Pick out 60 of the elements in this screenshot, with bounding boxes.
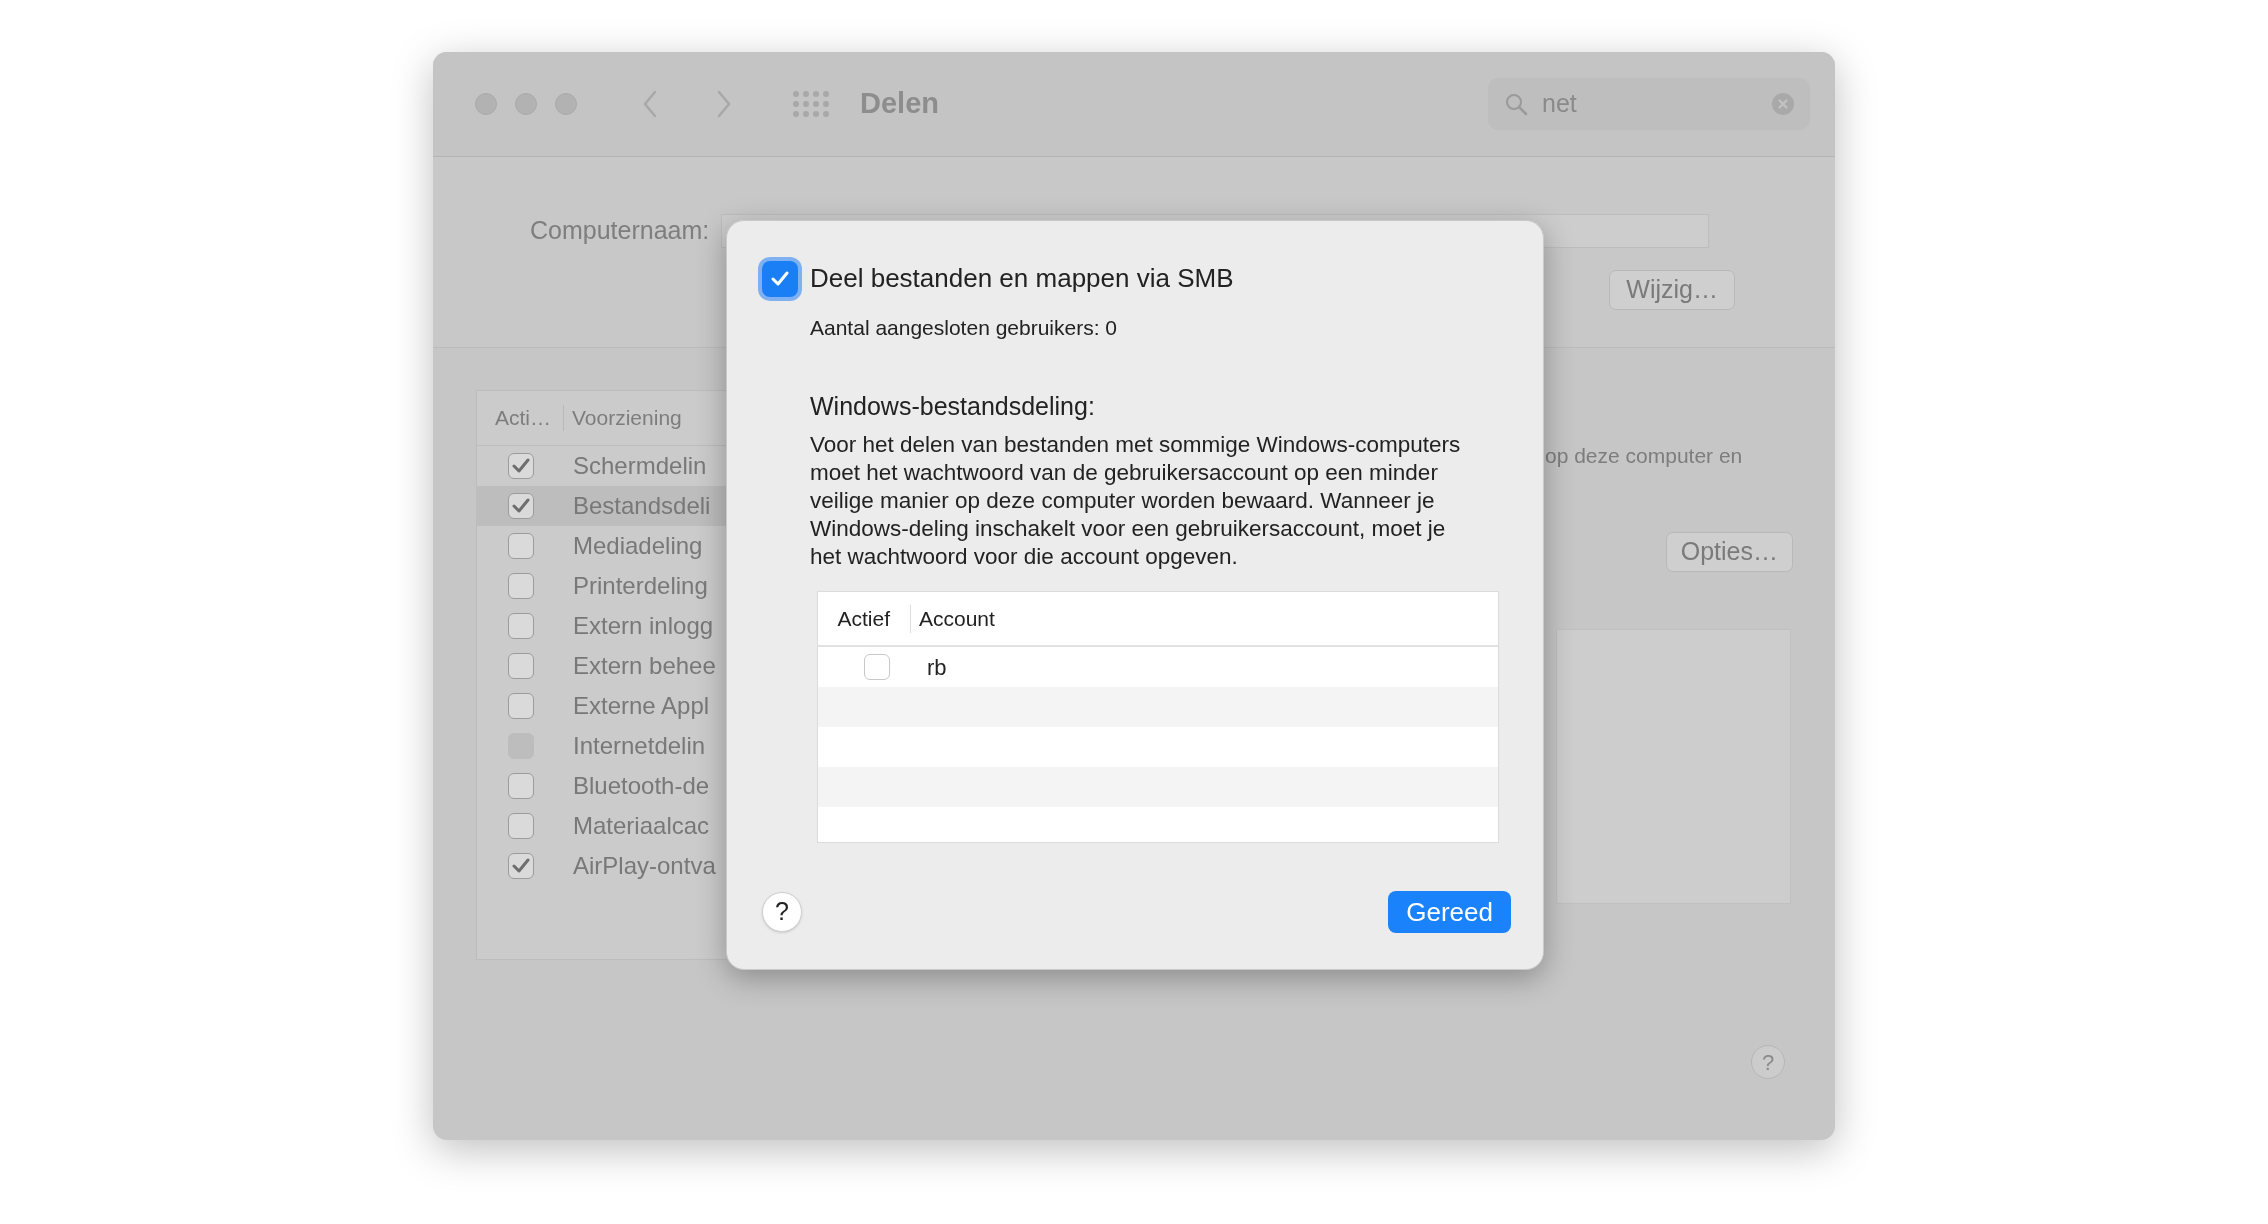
checkbox[interactable] <box>508 573 534 599</box>
help-button[interactable]: ? <box>1751 1045 1785 1079</box>
search-icon <box>1504 92 1528 116</box>
service-row[interactable]: Printerdeling <box>477 566 726 606</box>
service-name: Bestandsdeli <box>572 491 711 521</box>
checkbox[interactable] <box>508 813 534 839</box>
checkbox[interactable] <box>508 853 534 879</box>
checkmark-icon <box>771 270 789 287</box>
checkbox-label: Deel bestanden en mappen via SMB <box>810 262 1234 295</box>
forward-icon[interactable] <box>716 90 732 118</box>
service-name: Internetdelin <box>572 731 706 761</box>
section-heading: Windows-bestandsdeling: <box>810 390 1096 422</box>
field-label: Computernaam: <box>530 215 710 246</box>
checkbox[interactable] <box>508 613 534 639</box>
service-name: AirPlay-ontva <box>572 851 716 881</box>
options-button[interactable]: Opties… <box>1665 531 1793 572</box>
clear-icon[interactable] <box>1772 93 1794 115</box>
service-name: Extern behee <box>572 651 716 681</box>
column-header[interactable]: Acti… <box>477 402 563 434</box>
service-name: Mediadeling <box>572 531 703 561</box>
service-row[interactable]: Extern behee <box>477 646 726 686</box>
service-row[interactable]: Mediadeling <box>477 526 726 566</box>
service-name: Bluetooth-de <box>572 771 710 801</box>
service-row[interactable]: AirPlay-ontva <box>477 846 726 886</box>
edit-button[interactable]: Wijzig… <box>1609 269 1735 310</box>
checkmark-icon <box>512 858 530 874</box>
service-name: Externe Appl <box>572 691 710 721</box>
done-button[interactable]: Gereed <box>1388 891 1511 933</box>
service-name: Printerdeling <box>572 571 708 601</box>
back-icon[interactable] <box>642 90 658 118</box>
service-row[interactable]: Bestandsdeli <box>477 486 726 526</box>
column-header[interactable]: Voorziening <box>564 402 682 434</box>
service-name: Materiaalcac <box>572 811 710 841</box>
checkbox[interactable] <box>864 654 890 680</box>
column-header[interactable]: Actief <box>818 602 910 635</box>
checkbox[interactable] <box>508 493 534 519</box>
service-row[interactable]: Externe Appl <box>477 686 726 726</box>
checkbox[interactable] <box>508 773 534 799</box>
checkbox[interactable] <box>508 533 534 559</box>
minimize-button[interactable] <box>515 93 537 115</box>
checkbox[interactable] <box>508 653 534 679</box>
service-row[interactable]: Materiaalcac <box>477 806 726 846</box>
help-button[interactable]: ? <box>762 892 802 932</box>
account-name: rb <box>926 653 947 682</box>
checkbox[interactable] <box>508 453 534 479</box>
grid-icon[interactable] <box>792 90 830 118</box>
service-name: Extern inlogg <box>572 611 714 641</box>
description-text: Voor het delen van bestanden met sommige Windows-computers moet het wachtwoord van de gebruikersaccount op een minder veilige manier op deze computer worden bewaard. Wanneer je Windows-deling inschakelt voor een gebruikersaccount, moet je het wachtwoord voor die account opgeven. <box>810 431 1462 571</box>
service-row[interactable]: Schermdelin <box>477 446 726 486</box>
column-header[interactable]: Account <box>911 602 995 635</box>
checkmark-icon <box>512 498 530 514</box>
status-text: Aantal aangesloten gebruikers: 0 <box>810 315 1119 341</box>
checkmark-icon <box>512 458 530 474</box>
service-name: Schermdelin <box>572 451 707 481</box>
checkbox[interactable] <box>508 693 534 719</box>
description-text: op deze computer en <box>1545 443 1744 469</box>
close-button[interactable] <box>475 93 497 115</box>
zoom-button[interactable] <box>555 93 577 115</box>
service-row[interactable]: Extern inlogg <box>477 606 726 646</box>
service-row[interactable]: Bluetooth-de <box>477 766 726 806</box>
